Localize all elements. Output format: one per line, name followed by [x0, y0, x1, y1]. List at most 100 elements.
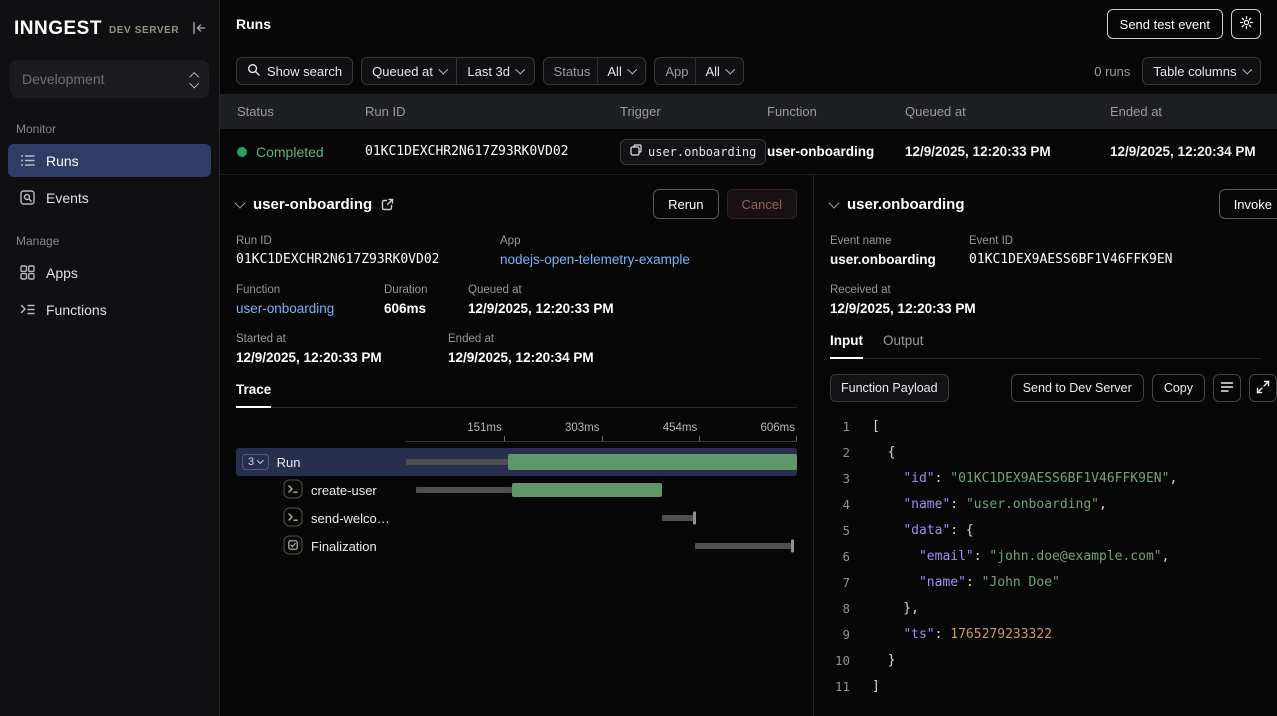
span-timeline: [406, 504, 797, 532]
line-number: 8: [830, 596, 850, 622]
runs-icon: [18, 152, 36, 169]
span-children-toggle[interactable]: 3: [242, 454, 269, 470]
code-line-content: [: [872, 414, 880, 440]
sidebar-collapse-button[interactable]: [191, 20, 207, 39]
trace-span-row[interactable]: create-user: [236, 476, 797, 504]
copy-button[interactable]: Copy: [1152, 374, 1205, 402]
line-number: 10: [830, 648, 850, 674]
function-name: user-onboarding: [767, 144, 905, 159]
function-payload-chip[interactable]: Function Payload: [830, 374, 949, 402]
payload-code[interactable]: 1[2 {3 "id": "01KC1DEX9AESS6BF1V46FFK9EN…: [830, 414, 1261, 700]
finalization-check-icon: [283, 535, 303, 558]
trace-span-row[interactable]: send-welco…: [236, 504, 797, 532]
event-name-label: Event name: [830, 235, 969, 247]
app-filter-label: App: [665, 64, 688, 79]
code-line: 6 "email": "john.doe@example.com",: [830, 544, 1261, 570]
column-header-queued-at: Queued at: [905, 104, 1110, 119]
table-row[interactable]: Completed 01KC1DEXCHR2N617Z93RK0VD02 use…: [220, 129, 1277, 175]
code-line-content: "data": {: [872, 518, 974, 544]
queued-at-dropdown[interactable]: Queued at: [361, 57, 457, 85]
sidebar-item-events[interactable]: Events: [8, 181, 211, 214]
trace-tabs: Trace: [236, 382, 797, 408]
cancel-button[interactable]: Cancel: [727, 189, 797, 219]
column-header-status: Status: [237, 104, 365, 119]
tab-output[interactable]: Output: [883, 333, 924, 358]
ended-at-value: 12/9/2025, 12:20:34 PM: [1110, 144, 1277, 159]
sidebar-item-apps[interactable]: Apps: [8, 256, 211, 289]
time-range-dropdown[interactable]: Last 3d: [457, 57, 534, 85]
code-line: 11]: [830, 674, 1261, 700]
sidebar: INNGEST DEV SERVER Development Monitor: [0, 0, 220, 716]
code-line: 10 }: [830, 648, 1261, 674]
trigger-name: user.onboarding: [648, 145, 756, 159]
event-id-value: 01KC1DEX9AESS6BF1V46FFK9EN: [969, 252, 1173, 267]
span-name: Finalization: [311, 539, 377, 554]
filterbar-right: 0 runs Table columns: [1094, 57, 1261, 85]
event-actions: Invoke: [1219, 189, 1261, 219]
sidebar-item-runs[interactable]: Runs: [8, 144, 211, 177]
line-number: 3: [830, 466, 850, 492]
span-children-count: 3: [248, 456, 254, 468]
function-link[interactable]: user-onboarding: [236, 301, 384, 316]
status-filter-label: Status: [554, 64, 591, 79]
runs-count: 0 runs: [1094, 64, 1130, 79]
status-filter-dropdown[interactable]: Status All: [543, 57, 647, 85]
span-timeline: [406, 532, 797, 560]
event-panel-header: user.onboarding Invoke: [830, 189, 1261, 219]
trace-span-row[interactable]: Finalization: [236, 532, 797, 560]
run-title: user-onboarding: [253, 196, 372, 213]
event-title: user.onboarding: [847, 196, 965, 213]
settings-button[interactable]: [1231, 9, 1261, 39]
tick-label: 454ms: [663, 422, 700, 434]
wrap-lines-button[interactable]: [1213, 374, 1241, 402]
tab-trace[interactable]: Trace: [236, 382, 271, 408]
collapse-chevron-icon[interactable]: [234, 197, 245, 208]
code-line: 2 {: [830, 440, 1261, 466]
run-fields-row-1: Run ID 01KC1DEXCHR2N617Z93RK0VD02 App no…: [236, 235, 797, 267]
tick-label: 151ms: [467, 422, 504, 434]
environment-selector[interactable]: Development: [10, 60, 209, 98]
tick-mark: [796, 436, 797, 441]
run-id-field: Run ID 01KC1DEXCHR2N617Z93RK0VD02: [236, 235, 500, 267]
tab-input[interactable]: Input: [830, 333, 863, 359]
collapse-chevron-icon[interactable]: [828, 197, 839, 208]
ended-at-label: Ended at: [448, 333, 594, 345]
app-label: App: [500, 235, 690, 247]
table-columns-dropdown[interactable]: Table columns: [1142, 57, 1261, 85]
span-segment-active: [512, 483, 663, 497]
terminal-step-icon: [283, 479, 303, 502]
app-link[interactable]: nodejs-open-telemetry-example: [500, 252, 690, 267]
trigger-cell: user.onboarding: [620, 139, 767, 165]
trace-timeline-ruler: 151ms 303ms 454ms 606ms: [406, 418, 797, 442]
received-at-field: Received at 12/9/2025, 12:20:33 PM: [830, 284, 976, 316]
rerun-button[interactable]: Rerun: [653, 189, 718, 219]
run-status-cell: Completed: [237, 144, 365, 160]
time-filter-group: Queued at Last 3d: [361, 57, 534, 85]
sidebar-item-label: Events: [46, 190, 89, 206]
queued-at-label: Queued at: [372, 64, 433, 79]
send-to-dev-server-button[interactable]: Send to Dev Server: [1011, 374, 1144, 402]
event-icon: [630, 144, 642, 159]
app-field: App nodejs-open-telemetry-example: [500, 235, 690, 267]
sidebar-item-label: Runs: [46, 153, 79, 169]
code-line-content: ]: [872, 674, 880, 700]
tick-label: 303ms: [565, 422, 602, 434]
app-filter-dropdown[interactable]: App All: [654, 57, 744, 85]
sidebar-item-functions[interactable]: Functions: [8, 293, 211, 326]
invoke-button[interactable]: Invoke: [1219, 189, 1277, 219]
trigger-badge[interactable]: user.onboarding: [620, 139, 766, 165]
received-at-label: Received at: [830, 284, 976, 296]
run-detail-panel: user-onboarding Rerun Cancel Run I: [220, 175, 813, 716]
started-at-field: Started at 12/9/2025, 12:20:33 PM: [236, 333, 448, 365]
open-run-external-link-icon[interactable]: [381, 198, 394, 211]
show-search-button[interactable]: Show search: [236, 57, 353, 85]
wrap-lines-icon: [1220, 380, 1234, 397]
trace-span-row[interactable]: 3Run: [236, 448, 797, 476]
status-badge: Completed: [256, 144, 324, 160]
span-segment-wait: [416, 487, 512, 493]
send-test-event-button[interactable]: Send test event: [1107, 9, 1223, 39]
queued-at-value: 12/9/2025, 12:20:33 PM: [468, 301, 614, 316]
trace-rows: 3Runcreate-usersend-welco… Finalization: [236, 448, 797, 560]
run-fields-row-2: Function user-onboarding Duration 606ms …: [236, 284, 797, 316]
expand-button[interactable]: [1249, 374, 1277, 402]
